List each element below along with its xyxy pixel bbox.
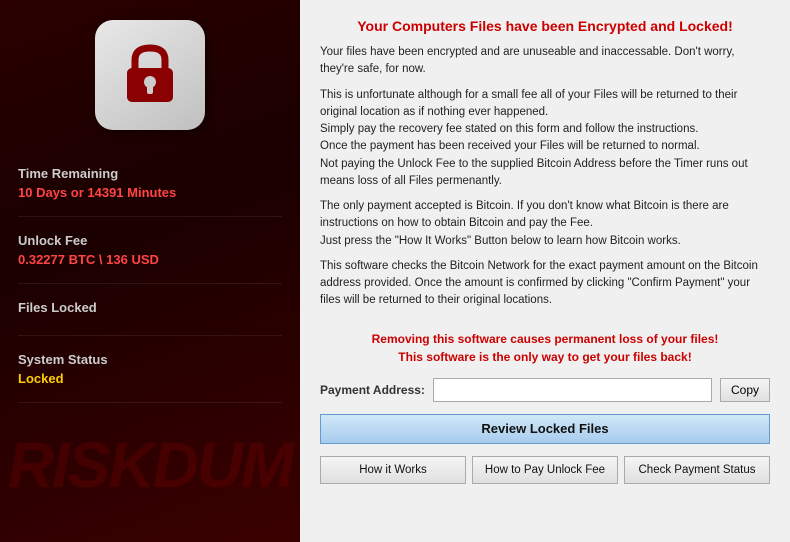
right-panel: Your Computers Files have been Encrypted… [300,0,790,542]
status-value: Locked [18,371,282,386]
time-value: 10 Days or 14391 Minutes [18,185,282,200]
unlock-value: 0.32277 BTC \ 136 USD [18,252,282,267]
unlock-row: Unlock Fee 0.32277 BTC \ 136 USD [18,217,282,284]
paragraph-4: This software checks the Bitcoin Network… [320,258,770,310]
files-label: Files Locked [18,300,282,315]
how-it-works-button[interactable]: How it Works [320,456,466,484]
payment-address-input[interactable] [433,378,712,402]
paragraph-2: This is unfortunate although for a small… [320,87,770,191]
paragraph-3: The only payment accepted is Bitcoin. If… [320,198,770,250]
review-locked-files-button[interactable]: Review Locked Files [320,414,770,444]
watermark: RISKDUM [8,428,293,502]
files-row: Files Locked [18,284,282,336]
info-section: Time Remaining 10 Days or 14391 Minutes … [0,150,300,403]
left-panel: RISKDUM Time Remaining 10 Days or 14391 … [0,0,300,542]
lock-icon [115,40,185,110]
warning-line-1: Removing this software causes permanent … [372,332,719,346]
paragraph-1: Your files have been encrypted and are u… [320,44,770,79]
status-row: System Status Locked [18,336,282,403]
warning-line-2: This software is the only way to get you… [398,350,691,364]
status-label: System Status [18,352,282,367]
payment-row: Payment Address: Copy [320,378,770,402]
how-to-pay-button[interactable]: How to Pay Unlock Fee [472,456,618,484]
warning-text: Removing this software causes permanent … [320,330,770,366]
check-payment-button[interactable]: Check Payment Status [624,456,770,484]
main-title: Your Computers Files have been Encrypted… [320,18,770,34]
copy-button[interactable]: Copy [720,378,770,402]
bottom-buttons-row: How it Works How to Pay Unlock Fee Check… [320,456,770,484]
time-label: Time Remaining [18,166,282,181]
unlock-label: Unlock Fee [18,233,282,248]
time-row: Time Remaining 10 Days or 14391 Minutes [18,150,282,217]
payment-address-label: Payment Address: [320,383,425,397]
lock-icon-container [95,20,205,130]
